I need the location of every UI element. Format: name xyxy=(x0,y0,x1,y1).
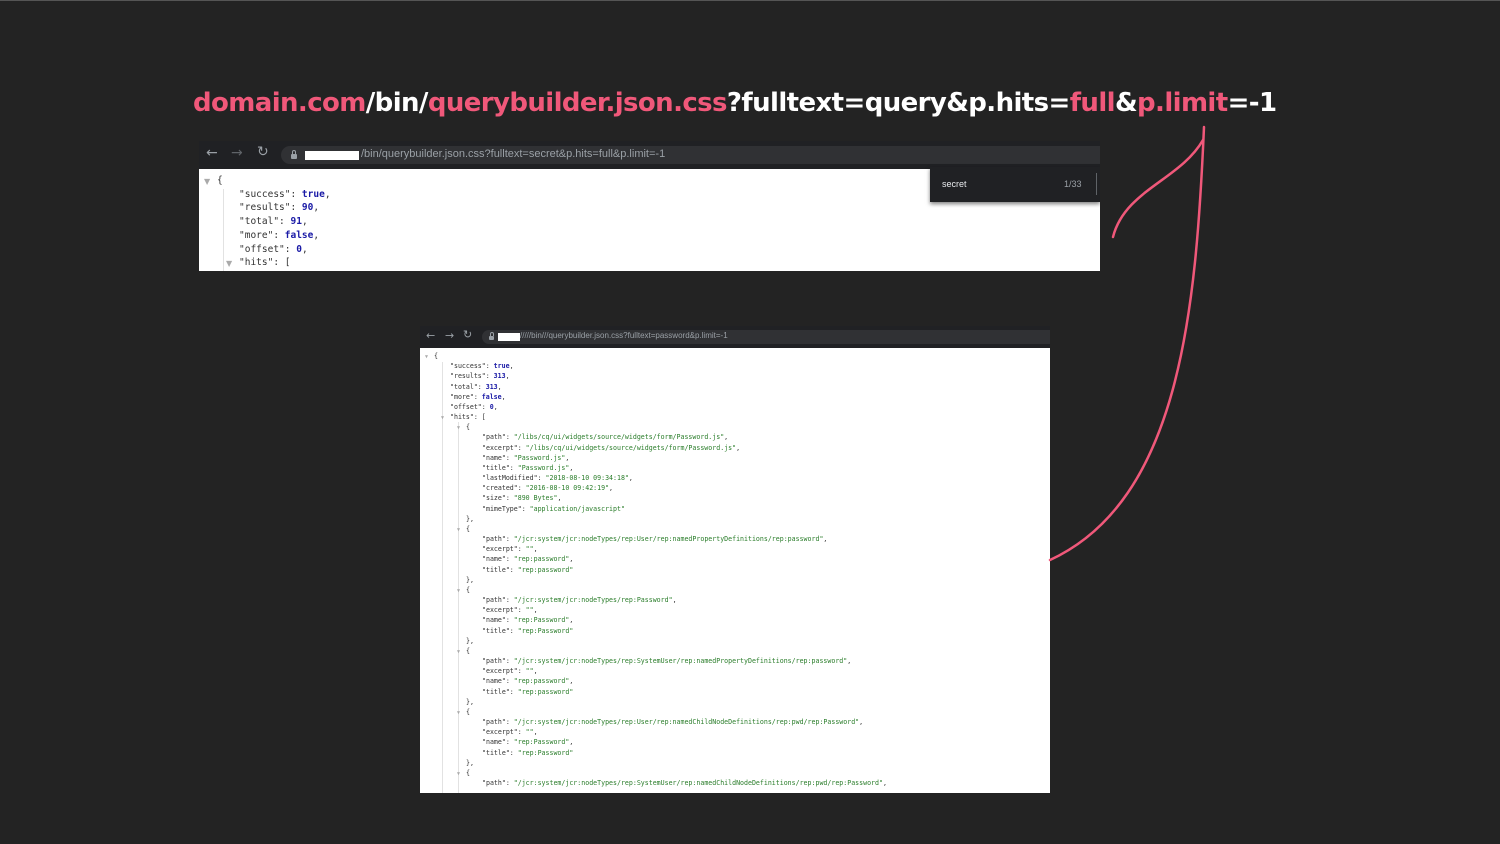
connector-curve xyxy=(1048,125,1206,562)
